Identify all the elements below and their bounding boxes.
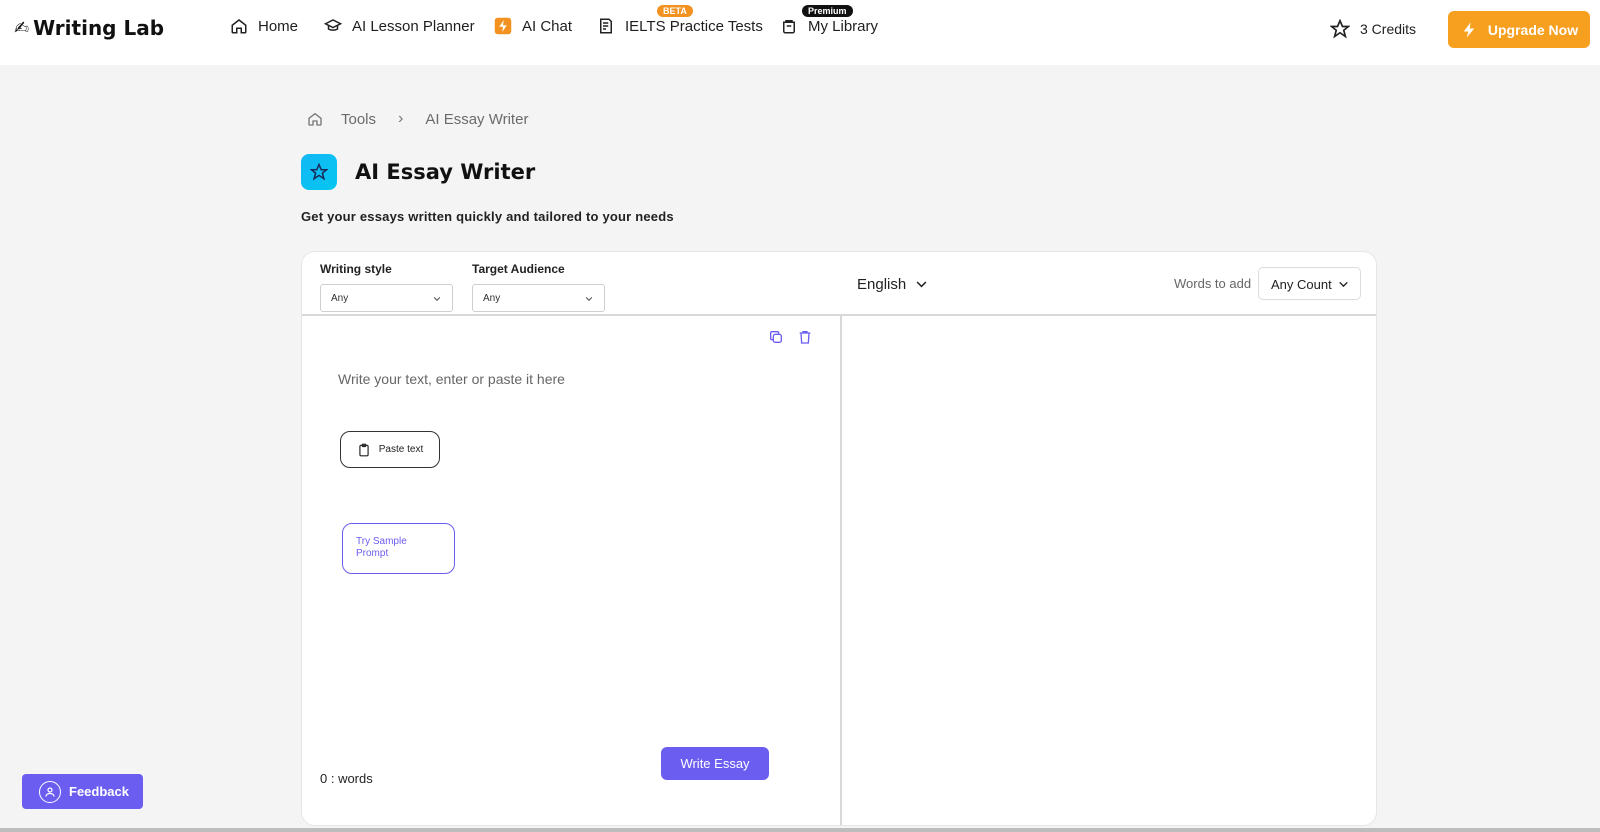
essay-input[interactable]: Write your text, enter or paste it here [338, 371, 565, 387]
credits-display[interactable]: 3 Credits [1330, 19, 1416, 39]
target-audience-label: Target Audience [472, 262, 565, 276]
chevron-down-icon [916, 281, 927, 288]
write-essay-button[interactable]: Write Essay [661, 747, 769, 780]
paste-text-button[interactable]: Paste text [340, 431, 440, 468]
home-icon [231, 19, 247, 34]
trash-icon[interactable] [797, 329, 813, 345]
breadcrumb-tools[interactable]: Tools [341, 111, 376, 128]
nav-ai-chat[interactable]: AI Chat [494, 17, 572, 35]
word-count-display: 0 : words [320, 771, 373, 786]
top-navigation-bar: ✍ Writing Lab Home AI Lesson Planner AI … [0, 0, 1600, 65]
word-count-value: Any Count [1271, 277, 1332, 292]
logo-text: Writing Lab [33, 16, 165, 40]
target-audience-select[interactable]: Any [472, 284, 605, 312]
nav-ielts-practice-tests-label: IELTS Practice Tests [625, 17, 763, 35]
page-subtitle: Get your essays written quickly and tail… [301, 209, 674, 224]
words-to-add-label: Words to add [1174, 276, 1252, 291]
home-icon[interactable] [307, 111, 323, 127]
essay-writer-card: Writing style Any Target Audience Any En… [301, 251, 1377, 826]
nav-ielts-practice-tests[interactable]: IELTS Practice Tests BETA [597, 5, 763, 35]
nav-my-library[interactable]: My Library Premium [780, 5, 879, 35]
tool-icon [301, 154, 337, 190]
page-title: AI Essay Writer [355, 160, 536, 184]
writing-style-value: Any [331, 293, 349, 304]
nav-ai-chat-label: AI Chat [522, 17, 573, 35]
feedback-label: Feedback [69, 784, 129, 799]
credits-label: 3 Credits [1360, 21, 1417, 37]
feedback-button[interactable]: Feedback [22, 774, 143, 809]
paste-text-label: Paste text [378, 444, 424, 455]
pencil-writing-icon: ✍ [14, 17, 30, 39]
chevron-right-icon: › [398, 110, 404, 127]
copy-icon[interactable] [768, 329, 784, 345]
test-document-icon [600, 18, 612, 34]
premium-badge: Premium [802, 5, 853, 17]
chevron-down-icon [1339, 281, 1348, 288]
bottom-border [0, 828, 1600, 832]
chevron-down-icon [585, 296, 593, 301]
language-select[interactable]: English [857, 276, 929, 293]
upgrade-now-label: Upgrade Now [1487, 21, 1579, 38]
language-value: English [857, 276, 907, 293]
nav-ai-lesson-planner-label: AI Lesson Planner [352, 17, 475, 35]
nav-home[interactable]: Home [230, 17, 298, 35]
user-icon [39, 780, 61, 803]
writing-style-select[interactable]: Any [320, 284, 453, 312]
nav-my-library-label: My Library [808, 17, 879, 35]
bolt-icon [494, 17, 512, 35]
nav-home-label: Home [258, 17, 299, 35]
upgrade-now-button[interactable]: Upgrade Now [1448, 11, 1590, 48]
star-icon [310, 163, 328, 181]
try-sample-prompt-button[interactable]: Try Sample Prompt [342, 523, 455, 574]
breadcrumb: Tools › AI Essay Writer [307, 110, 528, 128]
clipboard-icon [359, 443, 369, 456]
beta-badge: BETA [657, 5, 693, 17]
target-audience-value: Any [483, 293, 501, 304]
breadcrumb-current: AI Essay Writer [425, 110, 529, 128]
star-icon [1330, 19, 1350, 39]
library-icon [783, 20, 795, 34]
writing-style-label: Writing style [320, 262, 392, 276]
nav-ai-lesson-planner[interactable]: AI Lesson Planner [324, 17, 475, 35]
graduation-cap-icon [324, 19, 342, 31]
output-panel [842, 316, 1376, 825]
word-count-select[interactable]: Any Count [1258, 267, 1361, 300]
logo[interactable]: ✍ Writing Lab [14, 16, 164, 40]
chevron-down-icon [433, 296, 441, 301]
bolt-icon [1463, 22, 1475, 37]
